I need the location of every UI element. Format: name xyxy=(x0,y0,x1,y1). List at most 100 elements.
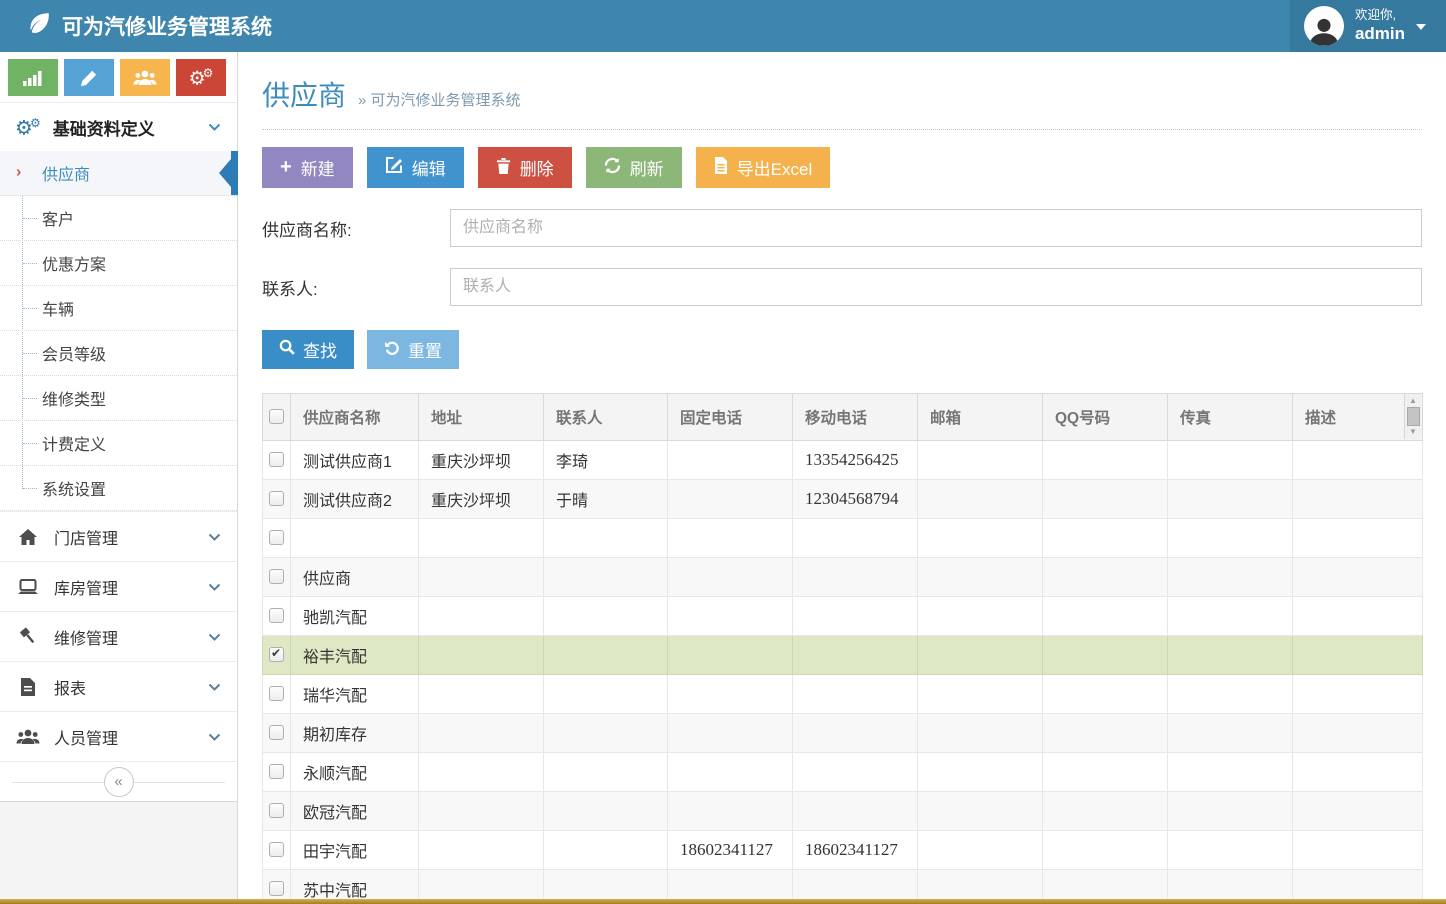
cell-qq xyxy=(1043,597,1168,636)
search-button[interactable]: 查找 xyxy=(262,330,354,369)
search-icon xyxy=(279,339,295,360)
cell-fax xyxy=(1168,597,1293,636)
table-row[interactable]: 田宇汽配1860234112718602341127 xyxy=(263,831,1423,870)
row-checkbox-cell xyxy=(263,519,291,558)
sidebar-item-store-mgmt[interactable]: 门店管理 xyxy=(0,511,237,561)
table-row[interactable]: 瑞华汽配 xyxy=(263,675,1423,714)
row-checkbox-cell xyxy=(263,480,291,519)
cell-description xyxy=(1293,558,1423,597)
shortcut-chart-button[interactable] xyxy=(8,59,58,96)
sidebar-item-label: 车辆 xyxy=(42,296,74,320)
shortcut-edit-button[interactable] xyxy=(64,59,114,96)
cell-email xyxy=(918,558,1043,597)
cell-qq xyxy=(1043,675,1168,714)
shortcut-users-button[interactable] xyxy=(120,59,170,96)
row-checkbox[interactable] xyxy=(269,881,284,896)
sidebar-item-vehicle[interactable]: 车辆 xyxy=(0,286,237,331)
row-checkbox[interactable] xyxy=(269,569,284,584)
export-excel-button[interactable]: 导出Excel xyxy=(696,147,831,188)
column-header-contact[interactable]: 联系人 xyxy=(544,394,668,441)
sidebar-item-discount-plan[interactable]: 优惠方案 xyxy=(0,241,237,286)
table-row[interactable]: 测试供应商1重庆沙坪坝李琦13354256425 xyxy=(263,441,1423,480)
row-checkbox[interactable] xyxy=(269,647,284,662)
column-header-qq[interactable]: QQ号码 xyxy=(1043,394,1168,441)
row-checkbox[interactable] xyxy=(269,764,284,779)
scrollbar-thumb[interactable] xyxy=(1407,407,1420,426)
table-row[interactable]: 驰凯汽配 xyxy=(263,597,1423,636)
table-row[interactable]: 供应商 xyxy=(263,558,1423,597)
column-header-mobile[interactable]: 移动电话 xyxy=(793,394,918,441)
column-header-email[interactable]: 邮箱 xyxy=(918,394,1043,441)
app-title: 可为汽修业务管理系统 xyxy=(62,11,272,41)
cell-address xyxy=(419,597,544,636)
column-header-fax[interactable]: 传真 xyxy=(1168,394,1293,441)
cell-mobile xyxy=(793,597,918,636)
shortcut-settings-button[interactable]: ⚙⚙ xyxy=(176,59,226,96)
refresh-button[interactable]: 刷新 xyxy=(586,147,682,188)
sidebar-item-billing-define[interactable]: 计费定义 xyxy=(0,421,237,466)
chevron-down-icon xyxy=(208,578,221,596)
row-checkbox[interactable] xyxy=(269,491,284,506)
sidebar-item-reports[interactable]: 报表 xyxy=(0,661,237,711)
select-all-checkbox[interactable] xyxy=(269,409,284,424)
delete-button[interactable]: 删除 xyxy=(478,147,572,188)
sidebar-item-customer[interactable]: 客户 xyxy=(0,196,237,241)
cell-qq xyxy=(1043,714,1168,753)
table-row[interactable]: 苏中汽配 xyxy=(263,870,1423,900)
cell-mobile: 12304568794 xyxy=(793,480,918,519)
sidebar-item-staff-mgmt[interactable]: 人员管理 xyxy=(0,711,237,761)
cell-address xyxy=(419,792,544,831)
vertical-scrollbar[interactable]: ▲ ▼ xyxy=(1404,394,1421,439)
sidebar-item-repair-mgmt[interactable]: 维修管理 xyxy=(0,611,237,661)
sidebar-item-repair-type[interactable]: 维修类型 xyxy=(0,376,237,421)
cell-address xyxy=(419,753,544,792)
row-checkbox-cell xyxy=(263,831,291,870)
sidebar-item-supplier[interactable]: › 供应商 xyxy=(0,151,237,196)
scroll-up-icon[interactable]: ▲ xyxy=(1409,397,1417,405)
sidebar-item-member-level[interactable]: 会员等级 xyxy=(0,331,237,376)
reset-button[interactable]: 重置 xyxy=(367,330,459,369)
row-checkbox[interactable] xyxy=(269,686,284,701)
page-head: 供应商 » 可为汽修业务管理系统 xyxy=(262,74,1422,114)
table-row[interactable]: 永顺汽配 xyxy=(263,753,1423,792)
cell-email xyxy=(918,714,1043,753)
table-row[interactable]: 欧冠汽配 xyxy=(263,792,1423,831)
table-row[interactable] xyxy=(263,519,1423,558)
table-row[interactable]: 期初库存 xyxy=(263,714,1423,753)
user-menu[interactable]: 欢迎你, admin xyxy=(1290,0,1446,52)
button-label: 删除 xyxy=(520,155,554,180)
cell-description xyxy=(1293,870,1423,900)
cell-mobile xyxy=(793,753,918,792)
edit-button[interactable]: 编辑 xyxy=(367,147,464,188)
row-checkbox[interactable] xyxy=(269,608,284,623)
row-checkbox-cell xyxy=(263,792,291,831)
table-row[interactable]: 测试供应商2重庆沙坪坝于晴12304568794 xyxy=(263,480,1423,519)
sidebar-shortcuts: ⚙⚙ xyxy=(0,52,237,102)
select-all-header xyxy=(263,394,291,441)
gavel-icon xyxy=(16,627,40,646)
users-icon xyxy=(133,69,157,87)
welcome-prefix: 欢迎你, xyxy=(1355,8,1405,24)
table-row[interactable]: 裕丰汽配 xyxy=(263,636,1423,675)
supplier-name-input[interactable] xyxy=(450,209,1422,247)
column-header-address[interactable]: 地址 xyxy=(419,394,544,441)
cell-fax xyxy=(1168,870,1293,900)
column-header-name[interactable]: 供应商名称 xyxy=(291,394,419,441)
sidebar-item-warehouse-mgmt[interactable]: 库房管理 xyxy=(0,561,237,611)
sidebar-item-system-settings[interactable]: 系统设置 xyxy=(0,466,237,511)
cell-qq xyxy=(1043,519,1168,558)
cell-description xyxy=(1293,831,1423,870)
new-button[interactable]: + 新建 xyxy=(262,147,353,188)
app-logo[interactable]: 可为汽修业务管理系统 xyxy=(0,0,272,52)
contact-input[interactable] xyxy=(450,268,1422,306)
row-checkbox[interactable] xyxy=(269,842,284,857)
sidebar-collapse-button[interactable]: « xyxy=(104,767,134,797)
column-header-landline[interactable]: 固定电话 xyxy=(668,394,793,441)
row-checkbox[interactable] xyxy=(269,452,284,467)
column-header-description[interactable]: 描述 xyxy=(1293,394,1423,441)
row-checkbox[interactable] xyxy=(269,725,284,740)
sidebar-item-base-data[interactable]: ⚙⚙ 基础资料定义 xyxy=(0,102,237,151)
row-checkbox[interactable] xyxy=(269,803,284,818)
scroll-down-icon[interactable]: ▼ xyxy=(1409,428,1417,436)
row-checkbox[interactable] xyxy=(269,530,284,545)
